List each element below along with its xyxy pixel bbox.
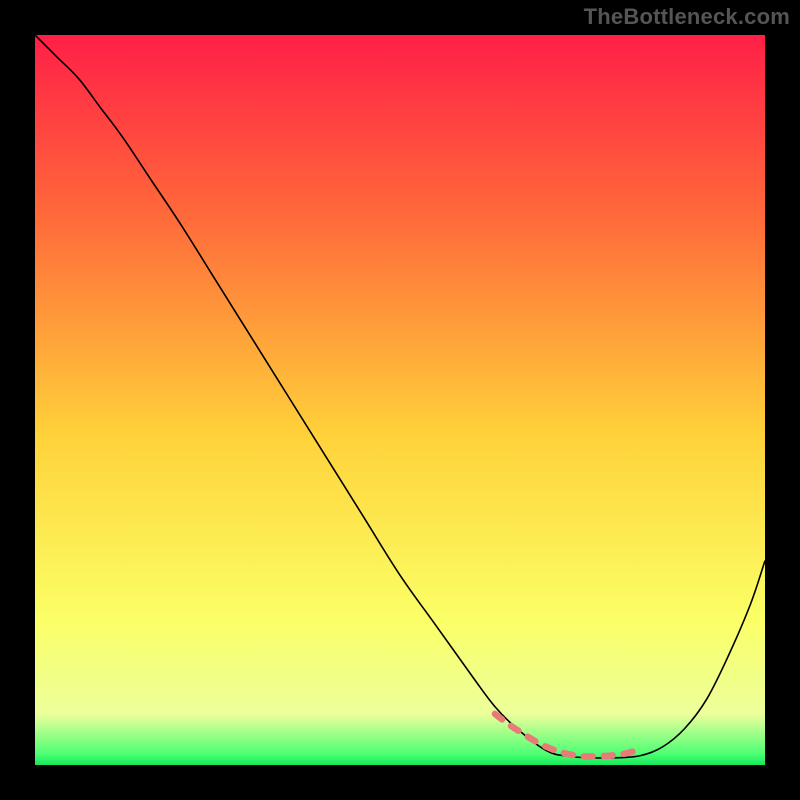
plot-area	[35, 35, 765, 765]
gradient-background	[35, 35, 765, 765]
chart-frame: TheBottleneck.com	[0, 0, 800, 800]
watermark-label: TheBottleneck.com	[584, 4, 790, 30]
chart-svg	[35, 35, 765, 765]
